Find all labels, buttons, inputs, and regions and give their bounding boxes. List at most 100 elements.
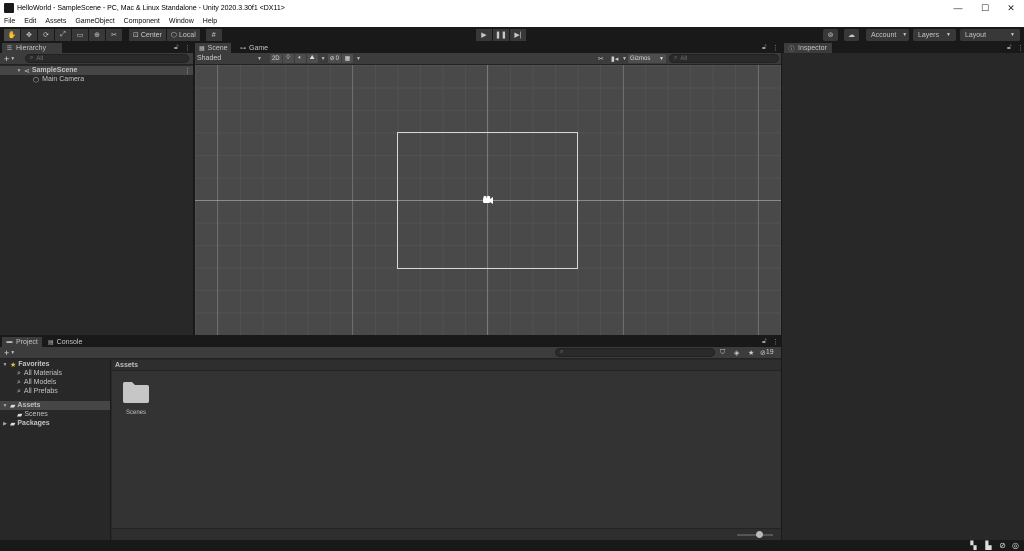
rect-tool-icon[interactable]: ▭ [72,29,89,41]
effects-icon[interactable]: ⛰ [306,54,318,63]
favorite-item-all-prefabs[interactable]: ⌕ All Prefabs [0,387,110,396]
fold-arrow-icon[interactable]: ▶ [2,421,8,427]
lighting-icon[interactable]: 💡︎ [282,54,294,63]
chevron-down-icon[interactable]: ▼ [356,56,361,62]
scenes-folder-row[interactable]: ▰ Scenes [0,410,110,419]
collab-icon[interactable]: ⊚ [823,29,838,41]
favorites-row[interactable]: ▼ ★ Favorites [0,360,110,369]
assets-folder-row[interactable]: ▼ ▰ Assets [0,401,110,410]
menu-assets[interactable]: Assets [45,18,66,25]
project-panel: ▬ Project ▤ Console 🔓︎ ⋮ + ▼ ⌕ ⛉ ◈ ★ ⊘ 1… [0,337,781,540]
network-icon[interactable]: ▙ [984,541,993,550]
menu-window[interactable]: Window [169,18,194,25]
tab-hierarchy[interactable]: ☰ Hierarchy [2,43,62,53]
scene-row[interactable]: ▼ ⋖ SampleScene ⋮ [0,66,193,75]
hierarchy-search-input[interactable]: ⌕ All [25,54,189,63]
inspector-tab-label: Inspector [798,44,827,52]
search-by-label-icon[interactable]: ◈ [734,349,739,357]
scene-search-input[interactable]: ⌕ All [669,54,779,63]
grid-icon[interactable]: ▦ [341,54,353,63]
tab-scene[interactable]: ▦ Scene [195,43,231,53]
fold-arrow-icon[interactable]: ▼ [16,68,22,74]
fold-arrow-icon[interactable]: ▼ [2,403,8,409]
chevron-down-icon[interactable]: ▼ [321,56,326,62]
camera-gizmo-icon[interactable] [482,195,494,205]
pause-icon[interactable]: ❚❚ [493,29,510,41]
zoom-slider-thumb[interactable] [756,531,763,538]
chevron-down-icon[interactable]: ▼ [10,350,15,356]
zoom-slider[interactable] [737,534,773,536]
packages-folder-row[interactable]: ▶ ▰ Packages [0,419,110,428]
camera-icon[interactable]: ▮◂ [611,55,618,63]
favorite-star-icon[interactable]: ★ [748,349,754,357]
chevron-down-icon[interactable]: ▼ [10,56,15,62]
account-dropdown[interactable]: Account ▼ [866,29,909,41]
layout-dropdown[interactable]: Layout ▼ [960,29,1020,41]
asset-folder-scenes[interactable]: Scenes [122,380,152,425]
draw-mode-dropdown[interactable]: Shaded [197,55,245,62]
chevron-down-icon: ▼ [659,55,664,62]
lock-icon[interactable]: 🔓︎ [174,43,179,53]
2d-toggle-button[interactable]: 2D [269,54,282,63]
auto-generate-lighting-icon[interactable]: ⊘ [998,541,1007,550]
maximize-button[interactable]: ☐ [972,0,998,16]
lock-icon[interactable]: 🔓︎ [762,337,767,347]
panel-menu-icon[interactable]: ⋮ [1017,43,1024,53]
favorite-item-all-models[interactable]: ⌕ All Models [0,378,110,387]
search-icon: ⌕ [560,349,564,355]
lock-icon[interactable]: 🔓︎ [762,43,767,53]
hierarchy-item-main-camera[interactable]: ⬡ Main Camera [0,75,193,84]
hidden-packages-count: 19 [765,349,774,356]
panel-menu-icon[interactable]: ⋮ [772,43,779,53]
window-title: HelloWorld - SampleScene - PC, Mac & Lin… [17,4,285,12]
hidden-objects-button[interactable]: ⊘ 0 [327,54,341,63]
custom-tool-icon[interactable]: ✂ [106,29,123,41]
gizmos-dropdown[interactable]: Gizmos ▼ [628,54,666,63]
progress-icon[interactable]: ▚ [969,541,978,550]
move-tool-icon[interactable]: ✥ [21,29,38,41]
project-toolbar: + ▼ ⌕ ⛉ ◈ ★ ⊘ 19 [0,347,781,359]
audio-icon[interactable]: 🔈︎ [294,54,306,63]
chevron-down-icon[interactable]: ▼ [622,56,627,62]
rotate-tool-icon[interactable]: ⟳ [38,29,55,41]
menu-component[interactable]: Component [124,18,160,25]
tab-project[interactable]: ▬ Project [2,337,42,347]
close-button[interactable]: ✕ [998,0,1024,16]
menu-edit[interactable]: Edit [24,18,36,25]
menu-help[interactable]: Help [203,18,217,25]
scene-menu-icon[interactable]: ⋮ [184,67,191,75]
tab-console[interactable]: ▤ Console [44,337,86,347]
tab-game[interactable]: ⊶ Game [236,43,270,53]
create-plus-icon[interactable]: + [4,54,9,64]
play-icon[interactable]: ▶ [476,29,493,41]
transform-tool-icon[interactable]: ⊕ [89,29,106,41]
step-icon[interactable]: ▶| [510,29,527,41]
favorite-item-all-materials[interactable]: ⌕ All Materials [0,369,110,378]
search-by-type-icon[interactable]: ⛉ [720,349,725,357]
scene-viewport[interactable] [195,65,781,335]
layers-dropdown[interactable]: Layers ▼ [913,29,956,41]
window-title-bar: HelloWorld - SampleScene - PC, Mac & Lin… [0,0,1024,16]
panel-menu-icon[interactable]: ⋮ [772,337,779,347]
lock-icon[interactable]: 🔓︎ [1007,43,1012,53]
pivot-center-button[interactable]: ⊡ Center [129,29,167,41]
cloud-icon[interactable]: ☁ [844,29,859,41]
debug-mode-icon[interactable]: ◎ [1011,541,1020,550]
pivot-local-button[interactable]: ⬡ Local [166,29,201,41]
project-search-input[interactable]: ⌕ [555,348,715,357]
panel-menu-icon[interactable]: ⋮ [184,43,191,53]
create-plus-icon[interactable]: + [4,348,9,358]
minimize-button[interactable]: — [945,0,971,16]
favorites-label: Favorites [18,361,50,368]
hand-tool-icon[interactable]: ✋ [4,29,21,41]
fold-arrow-icon[interactable]: ▼ [2,362,8,368]
tools-icon[interactable]: ✂ [598,55,604,63]
grid-snap-icon[interactable]: # [205,29,223,41]
menu-gameobject[interactable]: GameObject [75,18,114,25]
chevron-down-icon[interactable]: ▼ [257,56,262,62]
scale-tool-icon[interactable]: ⤢ [55,29,72,41]
tab-inspector[interactable]: ⓘ Inspector [784,43,832,53]
breadcrumb-assets[interactable]: Assets [115,362,138,369]
hidden-packages-button[interactable]: ⊘ 19 [760,349,774,357]
menu-file[interactable]: File [4,18,15,25]
